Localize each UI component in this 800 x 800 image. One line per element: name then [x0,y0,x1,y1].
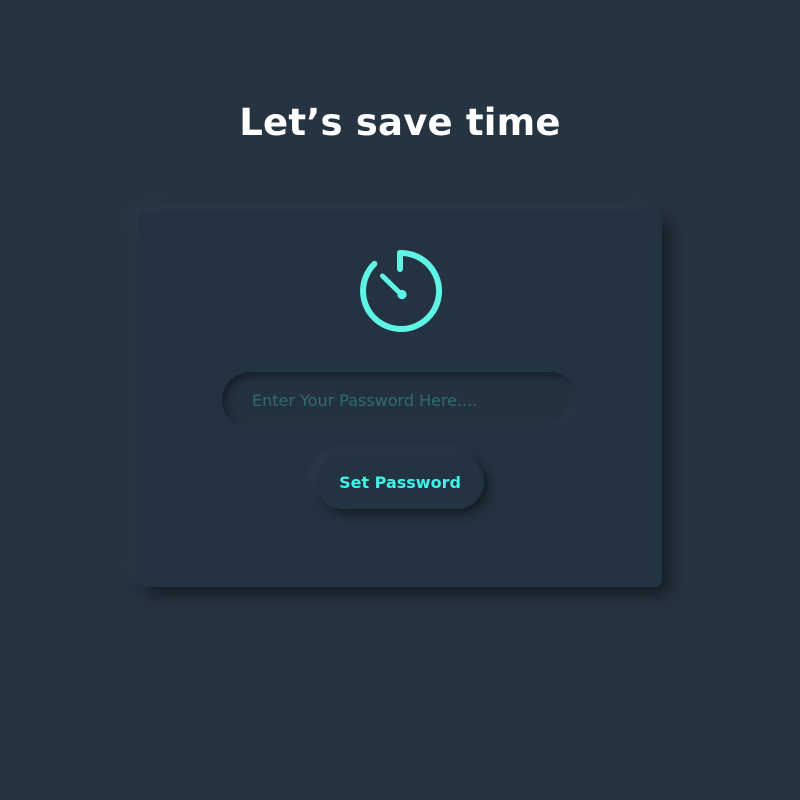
page: Let’s save time Set Password [0,0,800,800]
set-password-button[interactable]: Set Password [316,455,484,509]
password-input[interactable] [222,372,578,428]
stopwatch-icon [360,249,443,332]
password-field[interactable] [222,372,578,428]
page-heading: Let’s save time [239,101,561,144]
